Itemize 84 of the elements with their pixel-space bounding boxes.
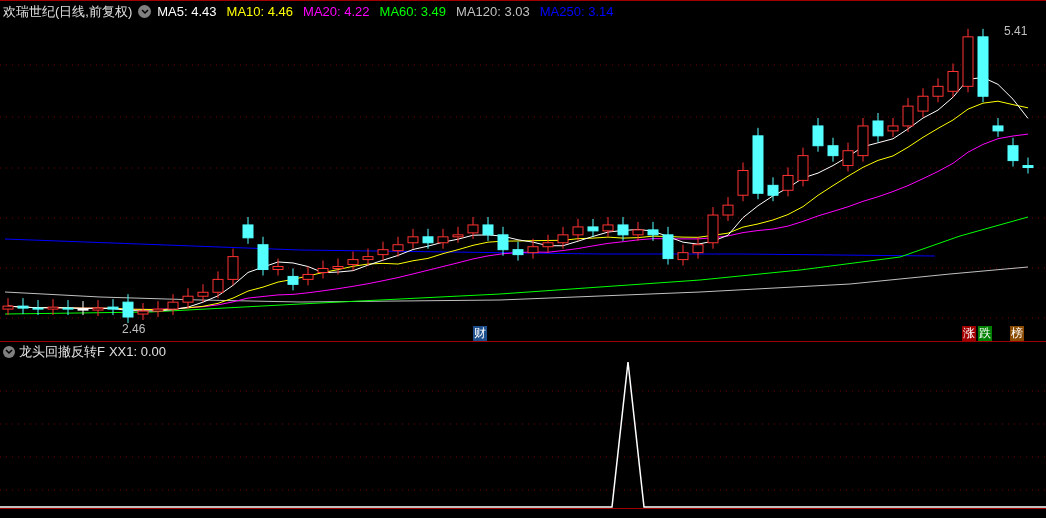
candlestick bbox=[332, 258, 344, 275]
candlestick bbox=[557, 226, 569, 250]
candlestick bbox=[347, 251, 359, 272]
candlestick bbox=[422, 228, 434, 250]
moving-average-value: MA10: 4.46 bbox=[226, 2, 294, 21]
candlestick bbox=[407, 228, 419, 250]
candlestick bbox=[932, 77, 944, 103]
candlestick bbox=[842, 142, 854, 173]
candlestick bbox=[497, 226, 509, 257]
candlestick bbox=[137, 302, 149, 321]
candlestick bbox=[692, 236, 704, 260]
high-price-label: 5.41 bbox=[1004, 23, 1028, 40]
candlestick bbox=[227, 248, 239, 286]
candlestick bbox=[242, 216, 254, 245]
candlestick bbox=[707, 206, 719, 250]
candlestick bbox=[437, 228, 449, 250]
candlestick bbox=[527, 238, 539, 260]
candlestick bbox=[272, 258, 284, 276]
candlestick bbox=[317, 260, 329, 279]
candlestick bbox=[182, 287, 194, 309]
candlestick bbox=[212, 270, 224, 299]
candlestick bbox=[767, 176, 779, 202]
candlestick bbox=[257, 236, 269, 276]
candlestick bbox=[737, 162, 749, 202]
candlestick bbox=[512, 241, 524, 262]
candlestick bbox=[992, 117, 1004, 138]
candlestick bbox=[572, 218, 584, 242]
candlestick bbox=[32, 299, 44, 316]
candlestick bbox=[107, 298, 119, 316]
candlestick bbox=[452, 226, 464, 244]
candlestick bbox=[797, 147, 809, 187]
candlestick bbox=[677, 244, 689, 267]
candlestick bbox=[602, 216, 614, 238]
moving-average-value: MA250: 3.14 bbox=[539, 2, 614, 21]
moving-average-value: MA20: 4.22 bbox=[303, 2, 370, 21]
candlestick bbox=[152, 300, 164, 318]
candlestick bbox=[587, 218, 599, 238]
low-price-label: 2.46 bbox=[122, 321, 146, 338]
event-marker[interactable]: 榜 bbox=[1010, 326, 1024, 341]
moving-average-value: MA60: 3.49 bbox=[379, 2, 447, 21]
event-marker[interactable]: 涨 bbox=[962, 326, 976, 341]
candlestick bbox=[632, 221, 644, 242]
candlestick bbox=[302, 265, 314, 286]
candlestick bbox=[902, 97, 914, 133]
collapse-icon[interactable] bbox=[3, 346, 15, 358]
candlestick bbox=[1007, 137, 1019, 168]
moving-average-value: MA5: 4.43 bbox=[157, 2, 217, 21]
candlestick bbox=[1022, 157, 1034, 174]
candlestick bbox=[122, 293, 134, 324]
candlestick bbox=[647, 221, 659, 242]
candlestick bbox=[917, 87, 929, 118]
candlestick bbox=[812, 117, 824, 153]
event-marker[interactable]: 财 bbox=[473, 326, 487, 341]
candlestick bbox=[872, 112, 884, 143]
candlestick bbox=[377, 241, 389, 262]
candlestick bbox=[197, 283, 209, 303]
candlestick bbox=[722, 196, 734, 222]
candlestick bbox=[617, 216, 629, 242]
stock-title: 欢瑞世纪(日线,前复权) bbox=[3, 2, 133, 21]
candlestick bbox=[887, 117, 899, 138]
candlestick bbox=[962, 28, 974, 93]
candlestick bbox=[482, 216, 494, 242]
candlestick bbox=[167, 293, 179, 316]
indicator-value: XX1: 0.00 bbox=[108, 343, 167, 362]
candlestick bbox=[362, 248, 374, 267]
candlestick bbox=[287, 267, 299, 291]
candlestick bbox=[17, 297, 29, 315]
candlestick bbox=[662, 226, 674, 266]
event-marker[interactable]: 跌 bbox=[978, 326, 992, 341]
candlestick bbox=[782, 166, 794, 197]
dropdown-button[interactable] bbox=[138, 5, 152, 18]
moving-average-value: MA120: 3.03 bbox=[456, 2, 530, 21]
candlestick bbox=[392, 236, 404, 258]
candlestick bbox=[947, 63, 959, 98]
candlestick bbox=[857, 117, 869, 163]
indicator-title: 龙头回撤反转F bbox=[19, 343, 105, 362]
candlestick bbox=[77, 300, 89, 316]
candlestick bbox=[542, 234, 554, 254]
candlestick bbox=[47, 298, 59, 316]
chevron-down-icon bbox=[140, 8, 149, 15]
candlestick bbox=[467, 216, 479, 240]
candlestick bbox=[827, 137, 839, 163]
candlestick bbox=[92, 299, 104, 317]
candlestick bbox=[62, 299, 74, 316]
